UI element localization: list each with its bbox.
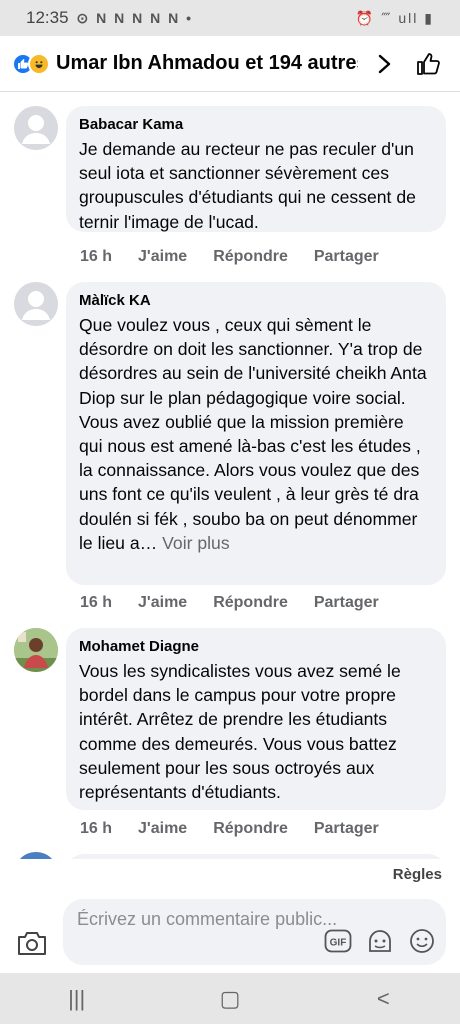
camera-icon[interactable] (16, 929, 48, 957)
share-link[interactable]: Partager (314, 820, 379, 838)
comment-time: 16 h (80, 248, 113, 265)
composer-icons: GIF (324, 927, 436, 955)
reply-link[interactable]: Répondre (213, 820, 288, 838)
status-bar: 12:35 ⊙ N N N N N • ⏰ ⁗ ull ▮ (0, 0, 460, 36)
comment-bubble[interactable] (66, 854, 446, 859)
avatar[interactable] (14, 852, 58, 859)
comment-time: 16 h (80, 594, 113, 611)
rules-link[interactable]: Règles (393, 866, 442, 883)
like-link[interactable]: J'aime (138, 594, 187, 612)
sticker-icon[interactable] (366, 927, 394, 955)
see-more-link[interactable]: Voir plus (162, 533, 229, 553)
avatar[interactable] (14, 282, 58, 326)
comment-composer: Écrivez un commentaire public... GIF (0, 893, 460, 973)
emoji-icon[interactable] (408, 927, 436, 955)
comment-text: Vous les syndicalistes vous avez semé le… (79, 661, 401, 803)
home-button[interactable]: ▢ (200, 986, 260, 1012)
comment-time: 16 h (80, 820, 113, 837)
comment-actions: 16 h J'aime Répondre Partager (80, 820, 405, 838)
avatar[interactable] (14, 628, 58, 672)
comment-bubble[interactable]: Mohamet Diagne Vous les syndicalistes vo… (66, 628, 446, 810)
thumbs-up-icon[interactable] (410, 46, 446, 82)
avatar[interactable] (14, 106, 58, 150)
comment-text: Je demande au recteur ne pas reculer d'u… (79, 139, 416, 232)
comment-author[interactable]: Babacar Kama (79, 116, 432, 133)
comment-bubble[interactable]: Babacar Kama Je demande au recteur ne pa… (66, 106, 446, 232)
status-notifications: ⊙ N N N N N • (76, 9, 194, 26)
comment-actions: 16 h J'aime Répondre Partager (80, 594, 405, 612)
gif-label: GIF (330, 938, 347, 949)
reactors-title[interactable]: Umar Ibn Ahmadou et 194 autres ... (56, 52, 358, 75)
back-button[interactable]: < (353, 986, 413, 1012)
reply-link[interactable]: Répondre (213, 248, 288, 266)
gif-icon[interactable]: GIF (324, 927, 352, 955)
share-link[interactable]: Partager (314, 248, 379, 266)
comment-actions: 16 h J'aime Répondre Partager (80, 248, 405, 266)
system-navbar: ||| ▢ < (0, 973, 460, 1024)
reply-link[interactable]: Répondre (213, 594, 288, 612)
comment-text-content: Que voulez vous , ceux qui sèment le dés… (79, 315, 427, 553)
comment-author[interactable]: Mohamet Diagne (79, 638, 432, 655)
recent-apps-button[interactable]: ||| (47, 986, 107, 1012)
chevron-right-icon[interactable] (366, 46, 402, 82)
comment-author[interactable]: Màlïck KA (79, 292, 432, 309)
comment-bubble[interactable]: Màlïck KA Que voulez vous , ceux qui sèm… (66, 282, 446, 585)
reactions[interactable] (12, 52, 50, 75)
status-time: 12:35 (26, 8, 69, 27)
like-link[interactable]: J'aime (138, 248, 187, 266)
comment-placeholder: Écrivez un commentaire public... (77, 909, 338, 929)
post-header: Umar Ibn Ahmadou et 194 autres ... (0, 36, 460, 92)
share-link[interactable]: Partager (314, 594, 379, 612)
like-link[interactable]: J'aime (138, 820, 187, 838)
comments-feed[interactable]: Babacar Kama Je demande au recteur ne pa… (0, 92, 460, 859)
status-icons: ⏰ ⁗ ull ▮ (355, 9, 434, 26)
comment-input[interactable]: Écrivez un commentaire public... GIF (63, 899, 446, 965)
comment-text: Que voulez vous , ceux qui sèment le dés… (79, 313, 432, 555)
haha-reaction-icon (28, 52, 50, 75)
